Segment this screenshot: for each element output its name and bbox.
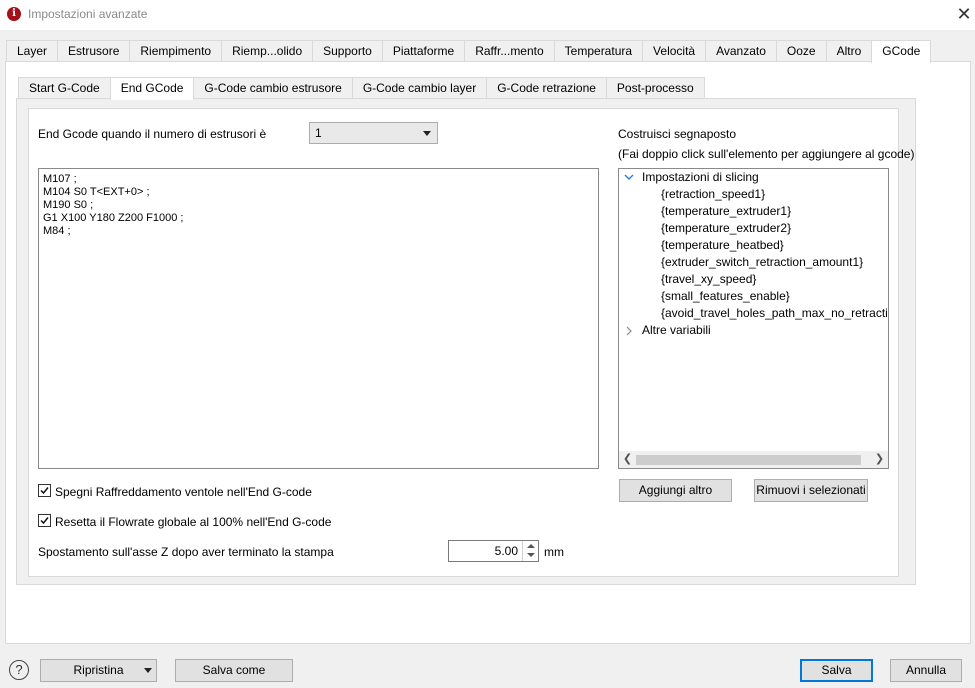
z-move-label: Spostamento sull'asse Z dopo aver termin… [38, 545, 334, 559]
tree-item[interactable]: {travel_xy_speed} [661, 271, 756, 288]
placeholders-title: Costruisci segnaposto [618, 127, 737, 141]
z-move-unit: mm [544, 545, 564, 559]
tab-post-processo[interactable]: Post-processo [605, 77, 705, 99]
chevron-down-icon[interactable] [144, 668, 152, 673]
tab-riempimento[interactable]: Riempimento [129, 40, 222, 62]
tree-item[interactable]: {extruder_switch_retraction_amount1} [661, 254, 863, 271]
flowrate-reset-checkbox[interactable] [38, 514, 51, 527]
checkmark-icon [40, 487, 49, 495]
editor-line: M104 S0 T<EXT+0> ; [43, 186, 150, 198]
tree-item[interactable]: {small_features_enable} [661, 288, 790, 305]
editor-line: M84 ; [43, 225, 71, 237]
z-move-spinbox[interactable]: 5.00 [448, 540, 539, 562]
reset-split-button[interactable]: Ripristina [40, 659, 157, 682]
tab-riempimento-solido[interactable]: Riemp...olido [221, 40, 313, 62]
editor-line: M107 ; [43, 173, 77, 185]
help-icon[interactable]: ? [9, 660, 29, 680]
tree-item[interactable]: {temperature_heatbed} [661, 237, 784, 254]
remove-selected-button[interactable]: Rimuovi i selezionati [754, 479, 868, 502]
save-as-button[interactable]: Salva come [175, 659, 293, 682]
add-placeholder-button[interactable]: Aggiungi altro [619, 479, 732, 502]
tab-estrusore[interactable]: Estrusore [57, 40, 130, 62]
extruders-select-value: 1 [315, 126, 322, 140]
chevron-right-icon [626, 326, 632, 336]
tab-velocita[interactable]: Velocità [642, 40, 706, 62]
save-button[interactable]: Salva [800, 659, 873, 682]
tab-temperatura[interactable]: Temperatura [553, 40, 643, 62]
end-gcode-editor[interactable]: M107 ; M104 S0 T<EXT+0> ; M190 S0 ; G1 X100… [38, 168, 599, 469]
cancel-button[interactable]: Annulla [890, 659, 962, 682]
sub-tab-bar: Start G-Code End GCode G-Code cambio est… [18, 77, 705, 100]
chevron-down-icon [624, 174, 634, 180]
tree-group-label: Impostazioni di slicing [642, 170, 759, 184]
app-logo-icon: i [7, 7, 21, 21]
close-icon[interactable]: ✕ [952, 3, 975, 25]
tab-gcode-cambio-layer[interactable]: G-Code cambio layer [351, 77, 487, 99]
tab-ooze[interactable]: Ooze [775, 40, 826, 62]
placeholder-tree[interactable]: Impostazioni di slicing {retraction_spee… [618, 168, 889, 469]
spin-up-icon[interactable] [527, 544, 535, 548]
tree-group-label: Altre variabili [642, 323, 711, 337]
fan-off-checkbox[interactable] [38, 484, 51, 497]
tree-group-slicing[interactable]: Impostazioni di slicing [619, 169, 888, 186]
tree-item[interactable]: {avoid_travel_holes_path_max_no_retracti… [661, 305, 888, 322]
main-tab-bar: Layer Estrusore Riempimento Riemp...olid… [6, 40, 932, 63]
fan-off-label: Spegni Raffreddamento ventole nell'End G… [55, 485, 312, 499]
tab-gcode-cambio-estrusore[interactable]: G-Code cambio estrusore [193, 77, 352, 99]
scroll-right-icon[interactable]: ❯ [871, 451, 888, 468]
tab-altro[interactable]: Altro [825, 40, 872, 62]
horizontal-scrollbar[interactable]: ❮ ❯ [619, 451, 888, 468]
placeholders-hint: (Fai doppio click sull'elemento per aggi… [618, 147, 915, 161]
reset-button-label: Ripristina [73, 663, 124, 677]
checkmark-icon [40, 517, 49, 525]
tab-supporto[interactable]: Supporto [312, 40, 382, 62]
tree-item[interactable]: {retraction_speed1} [661, 186, 765, 203]
editor-line: M190 S0 ; [43, 199, 94, 211]
tree-item[interactable]: {temperature_extruder2} [661, 220, 791, 237]
scroll-left-icon[interactable]: ❮ [619, 451, 636, 468]
tab-gcode[interactable]: GCode [871, 40, 932, 63]
tree-group-altre-variabili[interactable]: Altre variabili [619, 322, 888, 339]
z-move-value: 5.00 [494, 544, 518, 558]
tab-raffreddamento[interactable]: Raffr...mento [464, 40, 554, 62]
editor-line: G1 X100 Y180 Z200 F1000 ; [43, 212, 184, 224]
tab-piattaforme[interactable]: Piattaforme [381, 40, 465, 62]
spin-down-icon[interactable] [527, 553, 535, 557]
extruders-label: End Gcode quando il numero di estrusori … [38, 127, 267, 141]
tab-layer[interactable]: Layer [6, 40, 58, 62]
tree-item[interactable]: {temperature_extruder1} [661, 203, 791, 220]
chevron-down-icon [423, 131, 431, 136]
spinbox-buttons [522, 541, 538, 561]
tab-gcode-retrazione[interactable]: G-Code retrazione [486, 77, 606, 99]
scrollbar-thumb[interactable] [636, 455, 861, 465]
flowrate-reset-label: Resetta il Flowrate globale al 100% nell… [55, 515, 332, 529]
tab-avanzato[interactable]: Avanzato [705, 40, 776, 62]
tab-end-gcode[interactable]: End GCode [109, 77, 194, 100]
tab-start-gcode[interactable]: Start G-Code [18, 77, 110, 99]
window-title: Impostazioni avanzate [28, 7, 148, 21]
extruders-select[interactable]: 1 [309, 122, 438, 144]
